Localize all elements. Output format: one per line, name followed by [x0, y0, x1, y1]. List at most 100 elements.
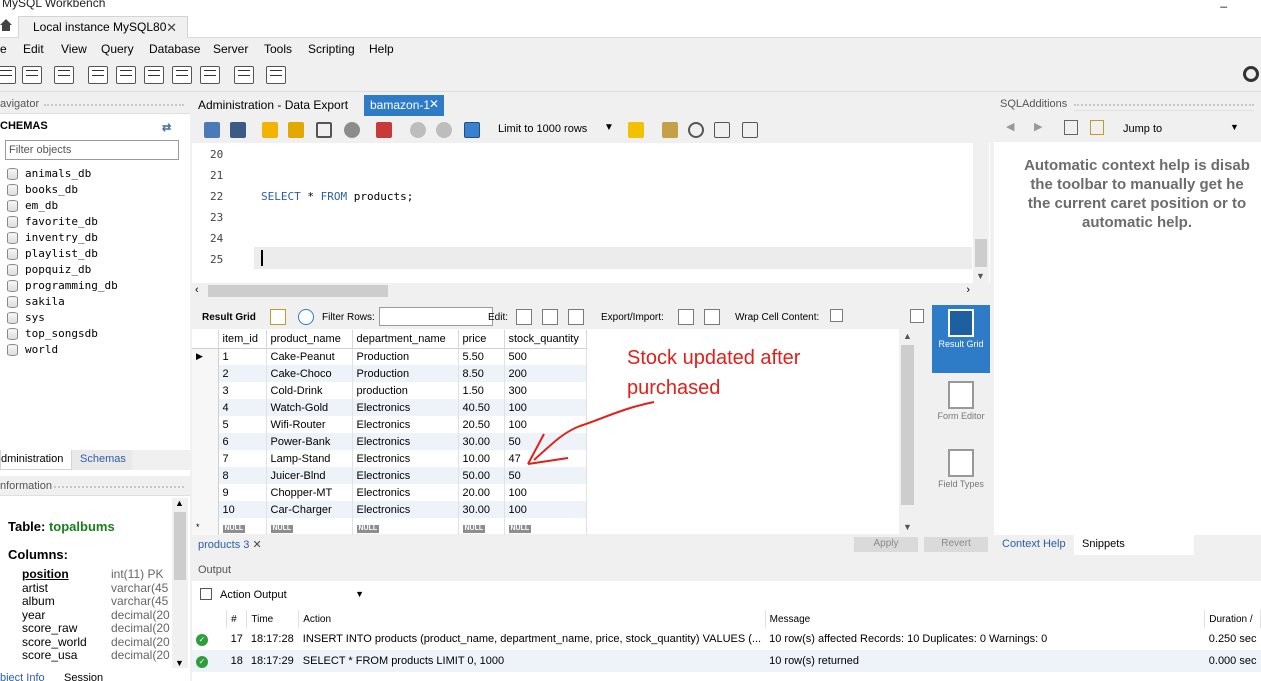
- col-message[interactable]: Message: [765, 610, 1206, 628]
- null-cell[interactable]: NULL: [352, 518, 459, 535]
- table-cell[interactable]: Electronics: [352, 484, 459, 501]
- schema-item[interactable]: animals_db: [6, 166, 118, 182]
- table-cell[interactable]: Electronics: [352, 399, 459, 416]
- home-icon[interactable]: [0, 18, 12, 32]
- table-cell[interactable]: 40.50: [458, 399, 505, 416]
- close-icon[interactable]: ✕: [166, 20, 177, 36]
- filter-objects-input[interactable]: Filter objects: [5, 140, 179, 160]
- commit-icon[interactable]: [410, 122, 426, 138]
- row-marker[interactable]: [192, 433, 219, 450]
- filter-rows-input[interactable]: [379, 307, 493, 326]
- import-icon[interactable]: [704, 309, 720, 325]
- schema-item[interactable]: programming_db: [6, 278, 118, 294]
- table-cell[interactable]: 5.50: [458, 348, 505, 365]
- new-sql-tab-icon[interactable]: [0, 66, 16, 84]
- table-cell[interactable]: 8.50: [458, 365, 505, 382]
- menu-server[interactable]: Server: [213, 42, 248, 56]
- row-marker[interactable]: [192, 416, 219, 433]
- table-cell[interactable]: 50.00: [458, 467, 505, 484]
- table-cell[interactable]: Electronics: [352, 433, 459, 450]
- menu-database[interactable]: Database: [149, 42, 200, 56]
- create-function-icon[interactable]: [200, 66, 220, 84]
- create-view-icon[interactable]: [144, 66, 164, 84]
- table-cell[interactable]: 20.00: [458, 484, 505, 501]
- tab-bamazon[interactable]: bamazon-1 ✕: [364, 95, 444, 116]
- table-cell[interactable]: 300: [504, 382, 587, 399]
- table-cell[interactable]: 1: [218, 348, 267, 365]
- editor-vscrollbar[interactable]: ▼: [973, 143, 989, 283]
- create-procedure-icon[interactable]: [172, 66, 192, 84]
- table-cell[interactable]: 3: [218, 382, 267, 399]
- table-row[interactable]: ▶ 1 Cake-Peanut Production 5.50 500: [192, 348, 587, 365]
- auto-help-icon[interactable]: [1090, 120, 1104, 135]
- tab-session[interactable]: Session: [64, 672, 103, 681]
- schema-item[interactable]: favorite_db: [6, 214, 118, 230]
- create-schema-icon[interactable]: [88, 66, 108, 84]
- null-cell[interactable]: NULL: [266, 518, 353, 535]
- apply-button[interactable]: Apply: [854, 537, 918, 552]
- table-cell[interactable]: Production: [352, 365, 459, 382]
- copy-icon[interactable]: [200, 588, 212, 600]
- tab-data-export[interactable]: Administration - Data Export: [192, 95, 356, 115]
- delete-row-icon[interactable]: [568, 309, 584, 325]
- column-header-price[interactable]: price: [458, 330, 505, 349]
- reconnect-icon[interactable]: [266, 66, 286, 84]
- col-duration[interactable]: Duration /: [1204, 610, 1261, 628]
- grid-vscrollbar[interactable]: ▲ ▼: [899, 329, 916, 534]
- menu-edit[interactable]: Edit: [23, 42, 44, 56]
- result-grid-view-button[interactable]: Result Grid: [932, 305, 990, 373]
- row-marker[interactable]: ▶: [192, 348, 219, 365]
- inspector-icon[interactable]: [54, 66, 74, 84]
- chevron-down-icon[interactable]: ▼: [976, 271, 985, 281]
- tab-context-help[interactable]: Context Help: [1002, 538, 1066, 550]
- table-cell[interactable]: Car-Charger: [266, 501, 353, 518]
- new-row-marker[interactable]: *: [192, 518, 219, 535]
- stop-icon[interactable]: [344, 122, 360, 138]
- table-cell[interactable]: 5: [218, 416, 267, 433]
- col-number[interactable]: #: [226, 610, 248, 628]
- row-marker[interactable]: [192, 365, 219, 382]
- tab-object-info[interactable]: bject Info: [0, 672, 45, 681]
- table-cell[interactable]: Chopper-MT: [266, 484, 353, 501]
- scroll-up-icon[interactable]: ▲: [903, 331, 912, 341]
- log-row[interactable]: ✓ 18 18:17:29 SELECT * FROM products LIMIT …: [192, 650, 1261, 672]
- table-cell[interactable]: Electronics: [352, 450, 459, 467]
- limit-rows-select[interactable]: Limit to 1000 rows: [498, 123, 587, 135]
- col-action[interactable]: Action: [298, 610, 766, 628]
- menu-query[interactable]: Query: [101, 42, 134, 56]
- wrap-toggle-icon[interactable]: [830, 309, 843, 322]
- grid-icon[interactable]: [270, 309, 286, 325]
- scroll-down-icon[interactable]: ▼: [175, 658, 184, 668]
- column-header-department-name[interactable]: department_name: [352, 330, 459, 349]
- edit-row-icon[interactable]: [516, 309, 532, 325]
- open-file-icon[interactable]: [204, 122, 220, 138]
- table-cell[interactable]: Cold-Drink: [266, 382, 353, 399]
- table-cell[interactable]: Electronics: [352, 501, 459, 518]
- find-icon[interactable]: [688, 122, 704, 138]
- column-header-item-id[interactable]: item_id: [218, 330, 267, 349]
- table-cell[interactable]: Electronics: [352, 416, 459, 433]
- open-sql-script-icon[interactable]: [22, 66, 42, 84]
- schema-item[interactable]: inventry_db: [6, 230, 118, 246]
- toggle-error-icon[interactable]: [376, 122, 392, 138]
- table-cell[interactable]: production: [352, 382, 459, 399]
- sql-editor[interactable]: 20 21 22 23 24 25 SELECT * FROM products…: [192, 143, 990, 283]
- row-marker[interactable]: [192, 467, 219, 484]
- panel-toggle-icon[interactable]: [910, 309, 924, 323]
- table-cell[interactable]: Power-Bank: [266, 433, 353, 450]
- menu-file[interactable]: e: [0, 42, 7, 56]
- editor-hscrollbar[interactable]: ‹ ›: [192, 283, 974, 299]
- execute-current-icon[interactable]: [288, 122, 304, 138]
- table-cell[interactable]: 9: [218, 484, 267, 501]
- schema-item[interactable]: em_db: [6, 198, 118, 214]
- table-row[interactable]: 9 Chopper-MT Electronics 20.00 100: [192, 484, 587, 501]
- scroll-down-icon[interactable]: ▼: [903, 522, 912, 532]
- revert-button[interactable]: Revert: [924, 537, 988, 552]
- table-cell[interactable]: 10.00: [458, 450, 505, 467]
- schema-item[interactable]: sys: [6, 310, 118, 326]
- explain-icon[interactable]: [316, 122, 332, 138]
- table-row[interactable]: 3 Cold-Drink production 1.50 300: [192, 382, 587, 399]
- form-editor-button[interactable]: Form Editor: [932, 377, 990, 445]
- null-cell[interactable]: NULL: [218, 518, 267, 535]
- row-marker[interactable]: [192, 484, 219, 501]
